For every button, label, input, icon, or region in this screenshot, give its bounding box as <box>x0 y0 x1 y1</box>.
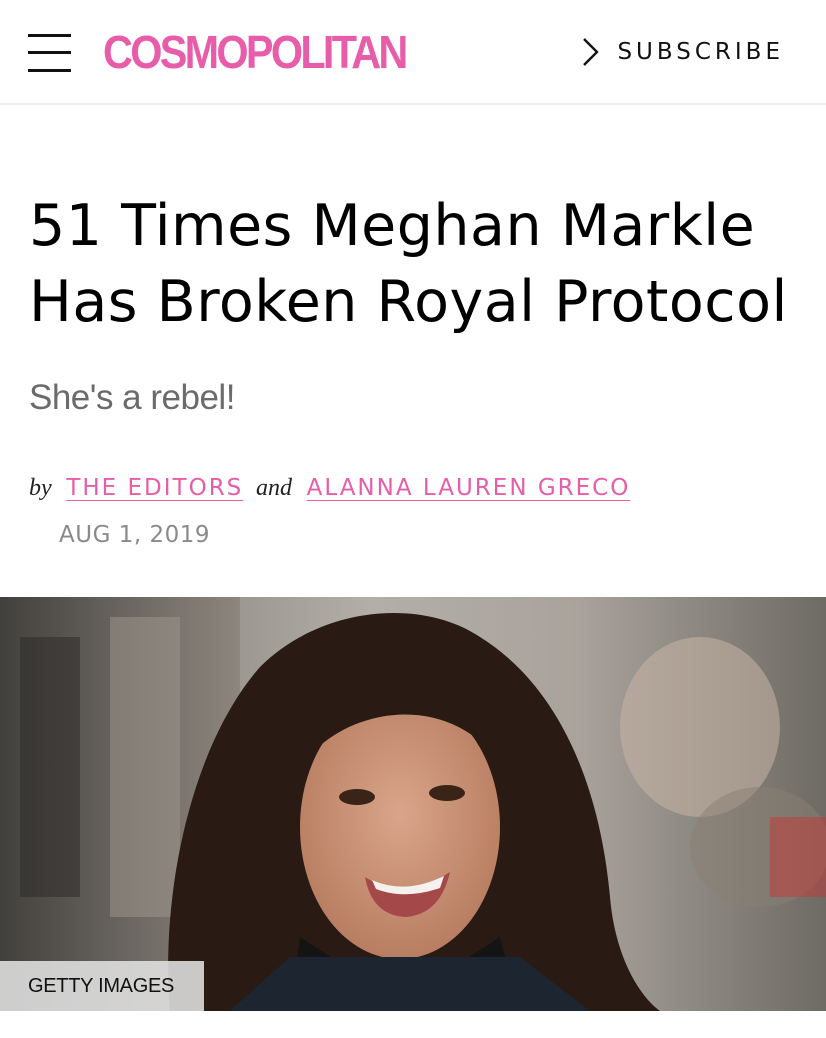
publish-date: AUG 1, 2019 <box>59 522 210 548</box>
site-logo[interactable]: COSMOPOLITAN <box>103 22 408 82</box>
author-link-alanna-lauren-greco[interactable]: ALANNA LAUREN GRECO <box>307 475 631 501</box>
subscribe-link[interactable]: SUBSCRIBE <box>579 34 784 70</box>
menu-bar <box>28 34 71 37</box>
byline-by: by <box>29 475 52 501</box>
article-headline: 51 Times Meghan Markle Has Broken Royal … <box>29 193 788 335</box>
byline: by THE EDITORS and ALANNA LAUREN GRECO <box>29 474 630 502</box>
menu-bar <box>28 69 71 72</box>
author-link-the-editors[interactable]: THE EDITORS <box>66 475 243 501</box>
image-credit: GETTY IMAGES <box>0 961 205 1011</box>
byline-and: and <box>255 475 292 501</box>
subscribe-label: SUBSCRIBE <box>617 39 784 65</box>
menu-bar <box>28 51 71 54</box>
hero-image: GETTY IMAGES <box>0 597 826 1011</box>
site-header: COSMOPOLITAN SUBSCRIBE <box>0 0 826 105</box>
chevron-right-icon <box>583 38 600 66</box>
hamburger-menu-icon[interactable] <box>28 34 72 74</box>
hero-photo <box>0 597 826 1011</box>
article-dek: She's a rebel! <box>29 378 235 417</box>
